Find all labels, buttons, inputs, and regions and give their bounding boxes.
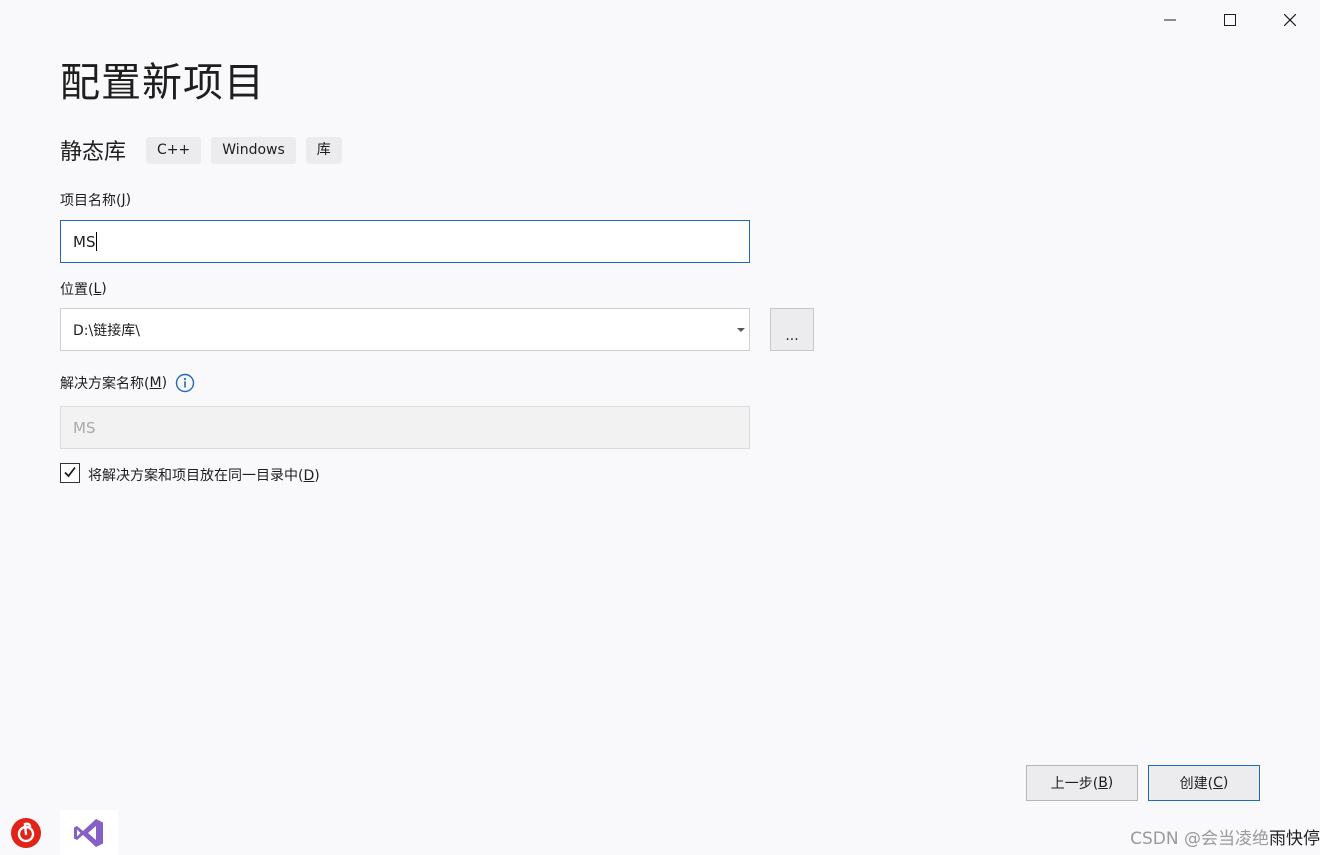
back-button[interactable]: 上一步(B): [1026, 765, 1138, 801]
solution-name-value: MS: [73, 418, 96, 437]
maximize-button[interactable]: [1200, 0, 1260, 40]
location-value: D:\链接库\: [73, 322, 140, 339]
info-icon[interactable]: [175, 373, 195, 393]
solution-name-label: 解决方案名称(M): [60, 373, 195, 393]
same-directory-label[interactable]: 将解决方案和项目放在同一目录中(D): [88, 465, 320, 485]
minimize-button[interactable]: [1140, 0, 1200, 40]
page-title: 配置新项目: [60, 60, 265, 106]
solution-name-input: MS: [60, 406, 750, 449]
tag-project-type: 库: [305, 136, 342, 164]
text-caret: [96, 232, 98, 251]
tag-platform: Windows: [211, 136, 296, 164]
minimize-icon: [1164, 14, 1176, 26]
maximize-icon: [1224, 14, 1236, 26]
project-name-label: 项目名称(J): [60, 192, 132, 209]
location-label: 位置(L): [60, 281, 107, 298]
chevron-down-icon[interactable]: [737, 327, 745, 332]
close-icon: [1284, 14, 1296, 26]
netease-music-icon[interactable]: [4, 810, 48, 855]
tag-language: C++: [146, 136, 202, 164]
close-button[interactable]: [1260, 0, 1320, 40]
visual-studio-icon[interactable]: [60, 810, 118, 855]
location-combobox[interactable]: D:\链接库\: [60, 308, 750, 351]
template-summary: 静态库 C++ Windows 库: [60, 134, 342, 166]
project-name-input[interactable]: MS: [60, 220, 750, 263]
csdn-watermark: CSDN @会当凌绝 雨快停: [1130, 829, 1320, 849]
template-name: 静态库: [60, 140, 127, 165]
browse-button[interactable]: ...: [770, 308, 814, 351]
create-button[interactable]: 创建(C): [1148, 765, 1260, 801]
project-name-value: MS: [73, 232, 96, 251]
same-directory-checkbox[interactable]: [60, 463, 80, 483]
checkmark-icon: [63, 464, 77, 483]
